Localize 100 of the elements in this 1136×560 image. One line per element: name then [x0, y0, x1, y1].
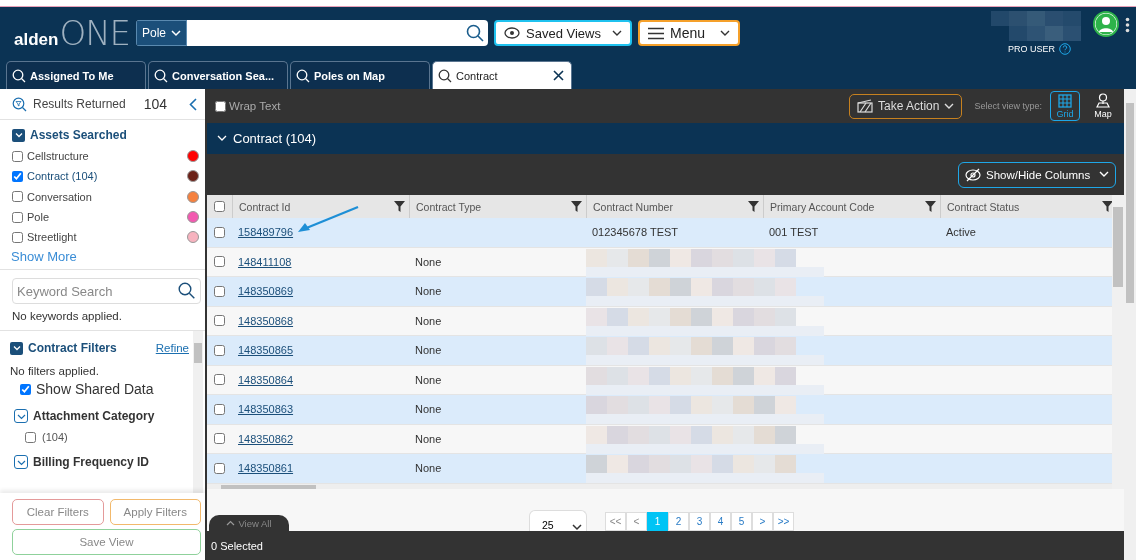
filter-icon[interactable]: [925, 201, 936, 212]
filter-icon[interactable]: [748, 201, 759, 212]
page-button[interactable]: 3: [689, 512, 710, 531]
chevron-icon[interactable]: [10, 342, 23, 355]
option-label: (104): [42, 431, 68, 444]
search-icon[interactable]: [178, 282, 195, 300]
caret-icon: [171, 29, 182, 37]
asset-label[interactable]: Conversation: [27, 190, 183, 203]
first-page-button[interactable]: <<: [605, 512, 626, 531]
filter-group-title: Attachment Category: [33, 409, 155, 424]
scrollbar[interactable]: [1124, 89, 1136, 560]
apply-filters-button[interactable]: Apply Filters: [109, 499, 201, 525]
page-button[interactable]: 5: [731, 512, 752, 531]
save-view-button[interactable]: Save View: [12, 529, 201, 555]
contract-id-link[interactable]: 158489796: [238, 226, 294, 239]
menu-icon: [648, 26, 664, 40]
page-size-select[interactable]: 25: [529, 510, 587, 531]
show-hide-columns-button[interactable]: Show/Hide Columns: [958, 161, 1116, 188]
more-icon[interactable]: [1125, 17, 1130, 33]
tab[interactable]: Poles on Map: [290, 61, 430, 89]
eye-icon: [504, 27, 520, 39]
asset-label[interactable]: Contract (104): [27, 170, 183, 183]
contract-id-link[interactable]: 148350865: [238, 344, 294, 357]
collapse-icon[interactable]: [189, 97, 197, 111]
search-type-select[interactable]: Pole: [136, 20, 188, 46]
next-page-button[interactable]: >: [752, 512, 773, 531]
row-checkbox[interactable]: [214, 403, 225, 415]
asset-label[interactable]: Streetlight: [27, 231, 183, 244]
column-header[interactable]: Contract Status: [947, 200, 1020, 213]
row-checkbox[interactable]: [214, 256, 225, 268]
row-checkbox[interactable]: [214, 344, 225, 356]
contract-id-link[interactable]: 148350869: [238, 285, 294, 298]
show-more-link[interactable]: Show More: [11, 249, 77, 265]
scrollbar[interactable]: [1112, 195, 1124, 489]
wrap-text-checkbox[interactable]: [215, 100, 226, 112]
keyword-search-field[interactable]: Keyword Search: [12, 278, 201, 305]
row-checkbox[interactable]: [214, 374, 225, 386]
asset-label[interactable]: Pole: [27, 211, 183, 224]
menu-button[interactable]: Menu: [638, 20, 740, 46]
page-button[interactable]: 2: [668, 512, 689, 531]
row-checkbox[interactable]: [214, 433, 225, 445]
previous-page-button[interactable]: <: [626, 512, 647, 531]
filter-icon[interactable]: [394, 201, 405, 212]
column-header[interactable]: Contract Type: [416, 200, 482, 213]
clear-filters-button[interactable]: Clear Filters: [12, 499, 104, 525]
filter-search-icon: [12, 96, 27, 112]
chevron-icon[interactable]: [14, 409, 28, 424]
row-checkbox[interactable]: [214, 285, 225, 297]
section-title: Contract Filters: [28, 341, 117, 356]
search-icon[interactable]: [466, 24, 484, 42]
tab[interactable]: Conversation Sea...: [148, 61, 288, 89]
search-field[interactable]: Pole: [136, 20, 488, 46]
asset-checkbox[interactable]: [12, 231, 23, 243]
view-type-button[interactable]: Grid: [1050, 91, 1080, 121]
shared-data-checkbox[interactable]: [20, 384, 31, 395]
page-button[interactable]: 4: [710, 512, 731, 531]
option-checkbox[interactable]: [25, 432, 36, 443]
asset-checkbox[interactable]: [12, 170, 23, 182]
asset-checkbox[interactable]: [12, 191, 23, 203]
column-header[interactable]: Contract Id: [239, 200, 291, 213]
chevron-icon: [226, 520, 236, 526]
caret-icon: [1099, 171, 1109, 178]
contract-id-link[interactable]: 148350864: [238, 373, 294, 386]
asset-checkbox[interactable]: [12, 211, 23, 223]
row-checkbox[interactable]: [214, 462, 225, 474]
column-header[interactable]: Primary Account Code: [770, 200, 875, 213]
saved-views-button[interactable]: Saved Views: [494, 20, 632, 46]
tab[interactable]: Contract: [432, 61, 572, 89]
column-header[interactable]: Contract Number: [593, 200, 673, 213]
row-checkbox[interactable]: [214, 226, 225, 238]
avatar-icon[interactable]: [1093, 11, 1119, 37]
chevron-icon[interactable]: [14, 455, 28, 470]
take-action-button[interactable]: Take Action: [849, 93, 963, 119]
refine-link[interactable]: Refine: [155, 342, 189, 355]
group-header[interactable]: Contract (104): [207, 123, 1124, 154]
table-cell: None: [415, 314, 442, 327]
tab[interactable]: Assigned To Me: [6, 61, 146, 89]
select-all-checkbox[interactable]: [214, 201, 225, 212]
row-checkbox[interactable]: [214, 315, 225, 327]
results-label: Results Returned: [33, 97, 126, 111]
asset-checkbox[interactable]: [12, 150, 23, 162]
keyword-note: No keywords applied.: [12, 310, 123, 323]
selection-count: 0 Selected: [211, 540, 263, 552]
contract-id-link[interactable]: 148411108: [238, 255, 292, 268]
contract-id-link[interactable]: 148350863: [238, 403, 294, 416]
chevron-icon[interactable]: [12, 128, 25, 142]
help-icon[interactable]: [1059, 43, 1071, 55]
scrollbar[interactable]: [193, 331, 203, 493]
view-type-button[interactable]: Map: [1088, 91, 1118, 121]
caret-icon: [944, 102, 955, 110]
asset-label[interactable]: Cellstructure: [27, 150, 183, 163]
app-logo[interactable]: alden ONE: [14, 13, 130, 53]
view-all-tab[interactable]: View All: [209, 515, 289, 531]
contract-id-link[interactable]: 148350868: [238, 314, 294, 327]
close-icon[interactable]: [553, 70, 564, 81]
filter-icon[interactable]: [571, 201, 582, 212]
last-page-button[interactable]: >>: [773, 512, 794, 531]
contract-id-link[interactable]: 148350861: [238, 462, 294, 475]
contract-id-link[interactable]: 148350862: [238, 432, 294, 445]
shared-data-label: Show Shared Data: [36, 381, 154, 398]
